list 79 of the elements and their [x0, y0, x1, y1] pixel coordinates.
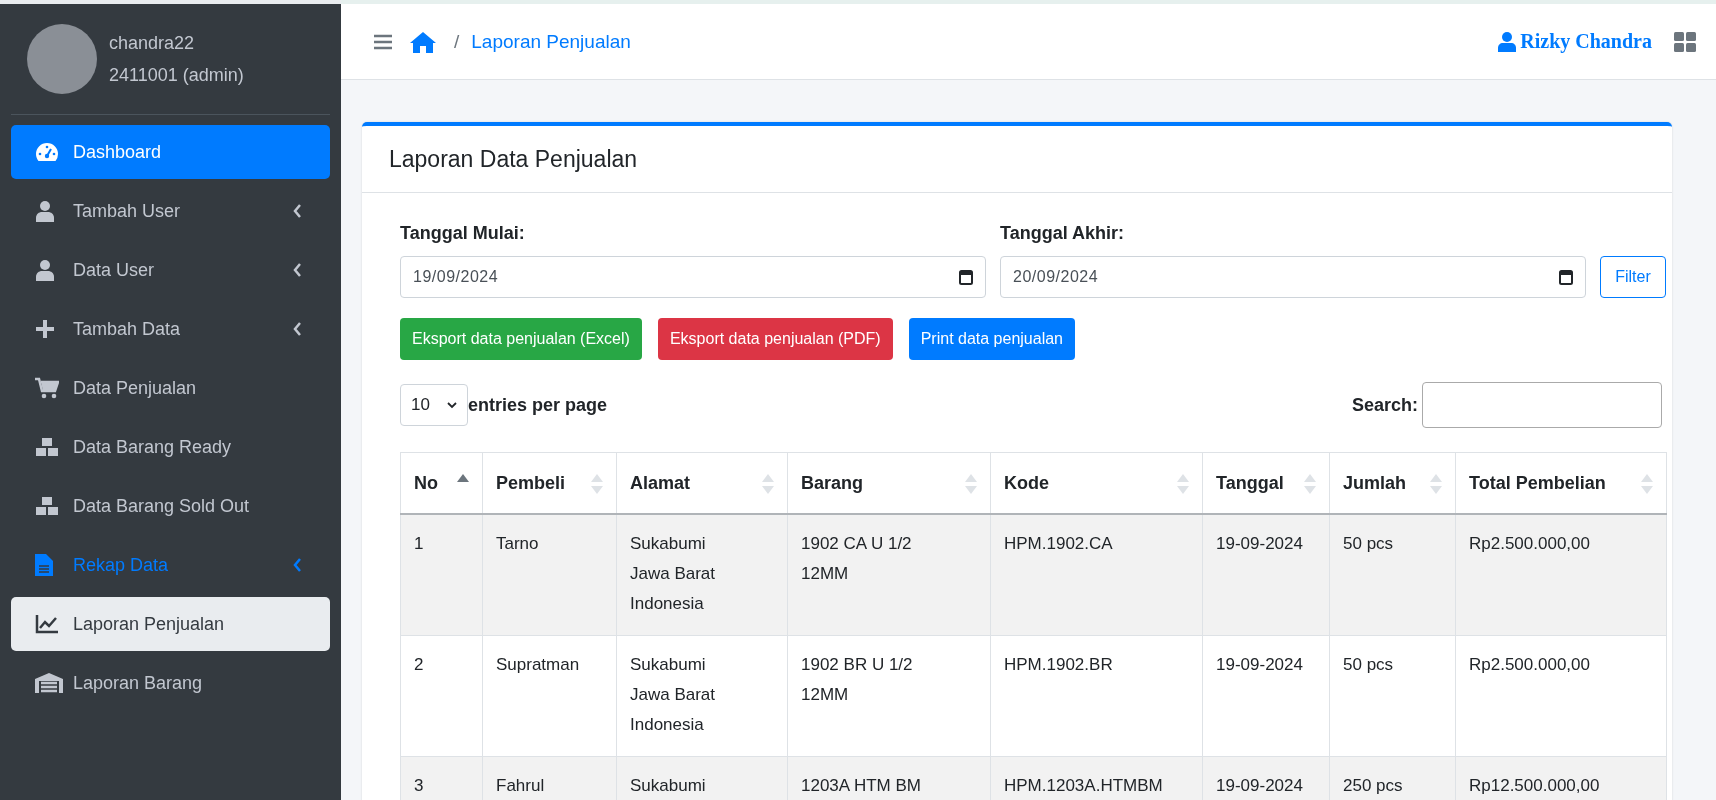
export-button[interactable]: Eksport data penjualan (PDF): [657, 318, 893, 360]
table-cell: Sukabumi Jawa Barat Indonesia: [616, 635, 788, 757]
sidebar-item[interactable]: Data Barang Sold Out: [11, 479, 330, 533]
sidebar-item[interactable]: Data User: [11, 243, 330, 297]
sort-ascending-icon: [457, 474, 469, 483]
export-button[interactable]: Print data penjualan: [908, 318, 1075, 360]
table-cell: Fahrul: [482, 756, 617, 800]
cart-icon: [35, 377, 59, 399]
table-cell: 1203A HTM BM: [787, 756, 991, 800]
table-cell: Tarno: [482, 514, 617, 636]
user-id: 2411001 (admin): [109, 64, 244, 87]
gauge-icon: [35, 142, 59, 162]
table-cell: HPM.1902.CA: [990, 514, 1203, 636]
table-cell: 1: [400, 514, 483, 636]
sidebar-item[interactable]: Data Barang Ready: [11, 420, 330, 474]
table-cell: 2: [400, 635, 483, 757]
table-cell: 1902 BR U 1/2 12MM: [787, 635, 991, 757]
warehouse-icon: [35, 673, 63, 693]
user-icon: [35, 259, 55, 281]
search-label: Search:: [1351, 394, 1418, 416]
sidebar-item[interactable]: Laporan Barang: [11, 656, 330, 710]
filter-button[interactable]: Filter: [1600, 256, 1666, 298]
table-cell: 1902 CA U 1/2 12MM: [787, 514, 991, 636]
chevron-left-icon: [293, 263, 302, 277]
table-cell: Rp2.500.000,00: [1455, 635, 1667, 757]
menu-icon[interactable]: [374, 33, 392, 50]
table-cell: 250 pcs: [1329, 756, 1456, 800]
chevron-left-icon: [293, 322, 302, 336]
table-cell: Supratman: [482, 635, 617, 757]
page-size-select[interactable]: 10: [400, 384, 468, 426]
page-size-label: entries per page: [468, 394, 608, 416]
table-cell: Sukabumi: [616, 756, 788, 800]
table-cell: HPM.1203A.HTMBM: [990, 756, 1203, 800]
table-cell: 19-09-2024: [1202, 756, 1330, 800]
sort-icon: [965, 474, 977, 494]
sidebar-item[interactable]: Laporan Penjualan: [11, 597, 330, 651]
search-field[interactable]: [1422, 382, 1662, 428]
home-icon[interactable]: [410, 30, 436, 53]
sort-icon: [1304, 474, 1316, 494]
chevron-left-icon: [293, 204, 302, 218]
chevron-left-icon: [293, 558, 302, 572]
user-icon: [35, 200, 55, 222]
boxes-icon: [35, 437, 59, 457]
sidebar-item[interactable]: Tambah User: [11, 184, 330, 238]
table-cell: Rp12.500.000,00: [1455, 756, 1667, 800]
plus-icon: [35, 319, 55, 339]
date-input[interactable]: 20/09/2024: [1000, 256, 1586, 298]
breadcrumb-separator: /: [454, 30, 460, 53]
table-cell: 50 pcs: [1329, 635, 1456, 757]
sort-icon: [1177, 474, 1189, 494]
user-menu[interactable]: Rizky Chandra: [1498, 30, 1652, 53]
sidebar-item[interactable]: Data Penjualan: [11, 361, 330, 415]
table-cell: HPM.1902.BR: [990, 635, 1203, 757]
boxes-icon: [35, 496, 59, 516]
table-cell: 19-09-2024: [1202, 635, 1330, 757]
calendar-icon[interactable]: [959, 269, 973, 285]
user-icon: [1498, 31, 1517, 52]
calendar-icon[interactable]: [1559, 269, 1573, 285]
sidebar-item[interactable]: Tambah Data: [11, 302, 330, 356]
line-chart-icon: [35, 614, 59, 634]
sort-icon: [1641, 474, 1653, 494]
document-icon: [35, 554, 53, 576]
sort-icon: [762, 474, 774, 494]
sort-icon: [1430, 474, 1442, 494]
table-cell: Sukabumi Jawa Barat Indonesia: [616, 514, 788, 636]
date-input[interactable]: 19/09/2024: [400, 256, 986, 298]
user-name: chandra22: [109, 32, 196, 55]
caret-icon: [447, 401, 457, 409]
card-title: Laporan Data Penjualan: [389, 145, 638, 173]
table-cell: 19-09-2024: [1202, 514, 1330, 636]
table-cell: 3: [400, 756, 483, 800]
date-label: Tanggal Mulai:: [400, 223, 526, 244]
breadcrumb-link[interactable]: Laporan Penjualan: [471, 30, 631, 53]
sort-icon: [591, 474, 603, 494]
table-cell: Rp2.500.000,00: [1455, 514, 1667, 636]
grid-icon[interactable]: [1674, 31, 1696, 52]
table-cell: 50 pcs: [1329, 514, 1456, 636]
sidebar-item[interactable]: Dashboard: [11, 125, 330, 179]
date-label: Tanggal Akhir:: [1000, 223, 1125, 244]
